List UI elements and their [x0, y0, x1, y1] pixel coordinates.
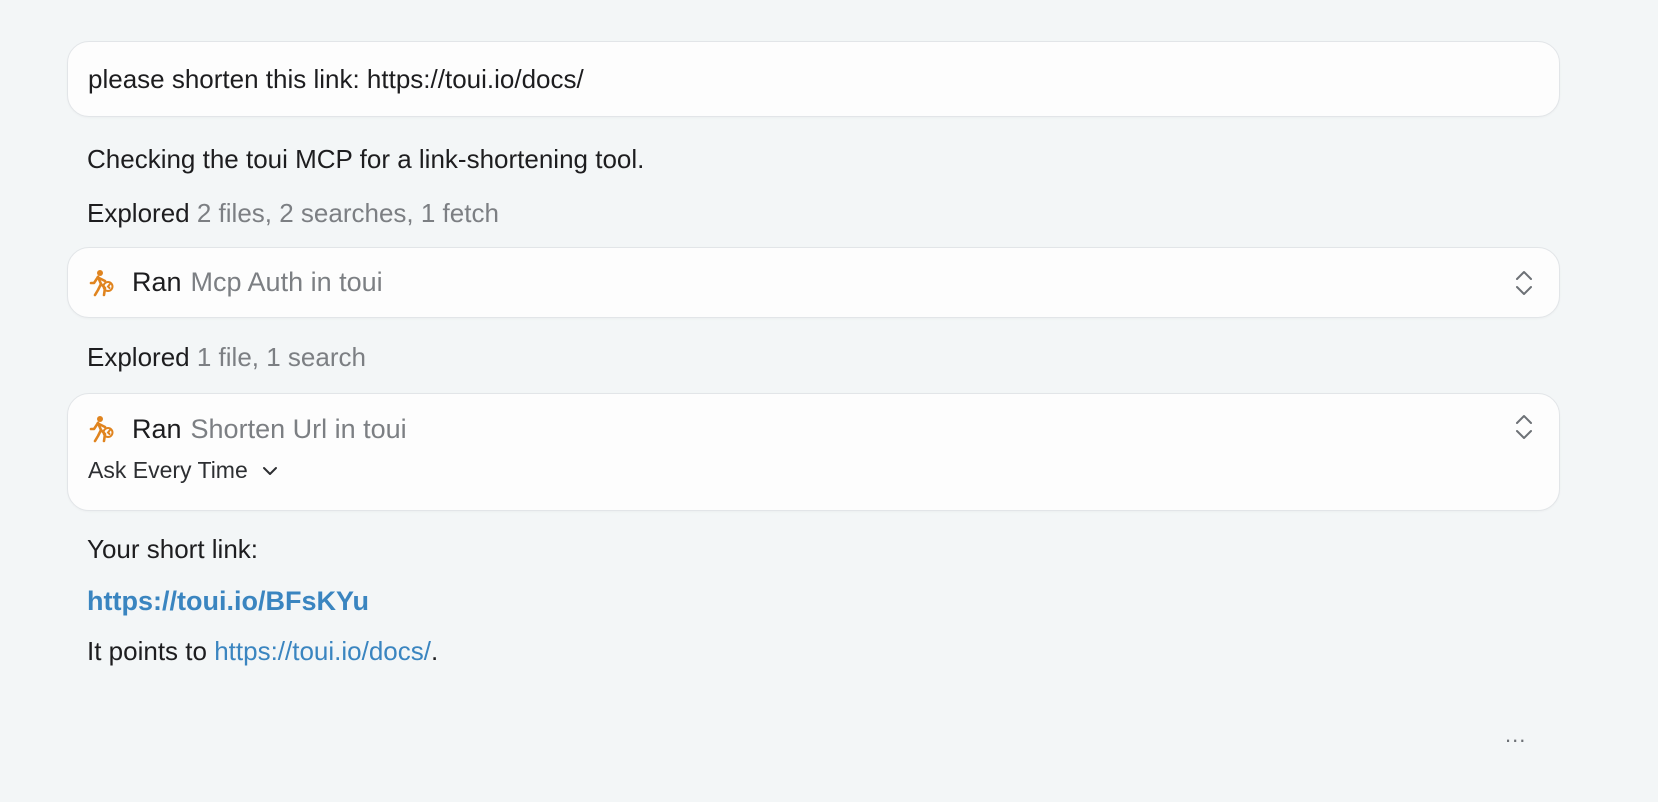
permission-dropdown[interactable]: Ask Every Time — [88, 457, 1539, 484]
assistant-intro: Checking the toui MCP for a link-shorten… — [87, 144, 645, 174]
tool-call-mcp-auth[interactable]: Ran Mcp Auth in toui — [67, 247, 1560, 318]
points-suffix: . — [431, 636, 439, 666]
short-link[interactable]: https://toui.io/BFsKYu — [67, 584, 1560, 618]
expand-collapse-icon[interactable] — [1515, 412, 1533, 442]
tool-name: Mcp Auth in toui — [190, 267, 383, 297]
explored-label: Explored — [87, 198, 190, 228]
tool-name: Shorten Url in toui — [190, 413, 407, 444]
more-options-button[interactable]: ... — [1505, 722, 1526, 748]
user-message-bubble: please shorten this link: https://toui.i… — [67, 41, 1560, 117]
explored-summary-2[interactable]: Explored 1 file, 1 search — [67, 341, 1560, 373]
points-to-line: It points to https://toui.io/docs/. — [67, 635, 1560, 667]
chevron-down-icon — [262, 466, 277, 475]
expand-collapse-icon[interactable] — [1515, 269, 1533, 297]
tool-call-shorten-url[interactable]: Ran Shorten Url in toui Ask Every Time — [67, 393, 1560, 511]
chat-transcript: please shorten this link: https://toui.i… — [67, 41, 1560, 667]
tool-header-row[interactable]: Ran Shorten Url in toui — [88, 412, 1539, 446]
user-message-text: please shorten this link: https://toui.i… — [88, 63, 584, 94]
explored-detail: 2 files, 2 searches, 1 fetch — [196, 198, 499, 228]
tool-verb: Ran — [132, 413, 182, 444]
runner-icon — [89, 269, 114, 296]
short-link-label: Your short link: — [87, 534, 259, 564]
explored-detail: 1 file, 1 search — [196, 342, 366, 372]
original-link[interactable]: https://toui.io/docs/ — [214, 636, 431, 666]
runner-icon — [89, 416, 114, 443]
explored-summary-1[interactable]: Explored 2 files, 2 searches, 1 fetch — [67, 197, 1560, 229]
tool-verb: Ran — [132, 267, 182, 297]
explored-label: Explored — [87, 342, 190, 372]
points-prefix: It points to — [87, 636, 207, 666]
permission-label: Ask Every Time — [88, 457, 248, 483]
